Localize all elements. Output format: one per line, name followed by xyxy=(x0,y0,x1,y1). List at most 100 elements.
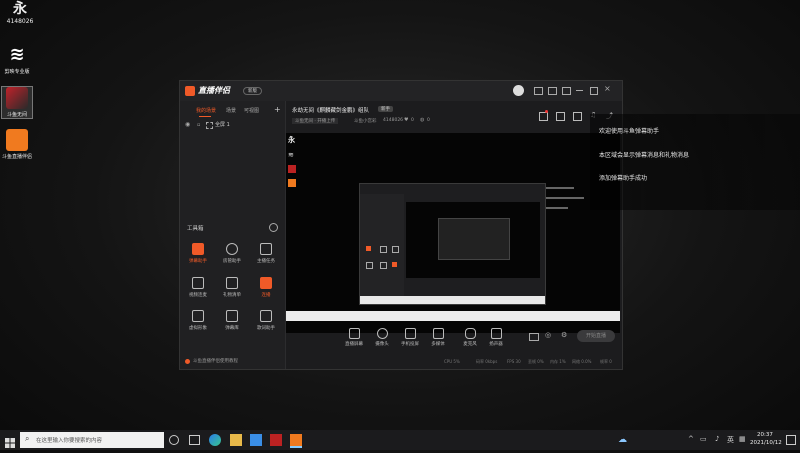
tool-anchor-task[interactable]: 主播任务 xyxy=(252,243,280,264)
weather-icon[interactable]: ☁ xyxy=(618,435,627,445)
tab-my-scenes[interactable]: 我的场景 xyxy=(196,107,216,114)
game-logo-icon: 永 xyxy=(13,1,27,17)
category-subtitle[interactable]: 斗鱼无间 · 开播上传 xyxy=(292,118,339,124)
tool-gift-list[interactable]: 礼物清单 xyxy=(218,277,246,298)
tool-label: 主播任务 xyxy=(257,259,275,264)
tool-relay[interactable]: 连播 xyxy=(252,277,280,298)
control-label: 多媒体 xyxy=(431,342,445,347)
preview-eye-icon[interactable]: ◎ xyxy=(545,331,551,339)
douyu-taskbar-icon[interactable] xyxy=(290,434,302,448)
user-icon xyxy=(226,243,238,255)
start-live-button[interactable]: 开始直播 xyxy=(577,330,615,342)
library-icon xyxy=(226,310,238,322)
tool-video-link[interactable]: 视频连麦 xyxy=(184,277,212,298)
notify-dot xyxy=(545,110,548,113)
tool-room-manager[interactable]: 房管助手 xyxy=(218,243,246,264)
nested-sidebar xyxy=(360,194,404,304)
close-icon[interactable]: × xyxy=(604,84,611,93)
control-label: 摄像头 xyxy=(375,342,389,347)
minimize-icon[interactable] xyxy=(576,90,583,91)
status-drop: 丢帧 0% xyxy=(528,359,544,364)
control-multimedia[interactable]: 多媒体 xyxy=(426,328,450,347)
taskbar-search-box[interactable]: ⌕ 在这里输入你要搜索的内容 xyxy=(20,432,164,448)
nested-tool-6 xyxy=(392,262,397,267)
tab-scenes[interactable]: 场景 xyxy=(226,107,236,114)
network-icon[interactable]: ▭ xyxy=(700,435,707,443)
record-icon[interactable] xyxy=(529,333,539,341)
store-icon[interactable] xyxy=(250,434,262,446)
desktop-icon-douyu-game[interactable]: 斗鱼无间 xyxy=(1,86,33,119)
nested-preview xyxy=(406,202,540,278)
tool-danmaku-assistant[interactable]: 弹幕助手 xyxy=(184,243,212,264)
tool-lyrics[interactable]: 歌词助手 xyxy=(252,310,280,331)
toolbox-title: 工具箱 xyxy=(187,226,204,232)
fullscreen-source-icon xyxy=(206,122,213,129)
gift-box-icon[interactable] xyxy=(539,112,548,121)
tray-extra-icon[interactable]: ▦ xyxy=(739,435,746,443)
maximize-icon[interactable] xyxy=(590,87,598,95)
nested-tool-2 xyxy=(380,246,387,253)
control-phone-cast[interactable]: 手机投屏 xyxy=(398,328,422,347)
control-speaker[interactable]: 扬声器 xyxy=(484,328,508,347)
settings-gear-icon[interactable]: ⚙ xyxy=(561,331,567,339)
danmaku-message-3: 添加弹幕助手成功 xyxy=(599,175,648,182)
nested-preview-inner xyxy=(438,218,510,260)
edge-icon[interactable] xyxy=(209,434,221,446)
title-tag: 新手 xyxy=(378,106,393,112)
speaker-icon xyxy=(490,328,502,339)
control-screen-capture[interactable]: 直播屏幕 xyxy=(342,328,366,347)
scene-item-label[interactable]: 全屏 1 xyxy=(215,121,230,128)
calendar-icon[interactable] xyxy=(573,112,582,121)
tab-active-underline xyxy=(199,116,211,117)
lock-icon[interactable]: ▫ xyxy=(197,122,200,128)
preview-game-icon: 永 xyxy=(288,135,295,144)
add-scene-icon[interactable]: + xyxy=(274,105,281,114)
desktop-icon-jianying[interactable]: ≋ 剪映专业版 xyxy=(2,44,32,75)
title-bar: 直播伴侣 新版 × xyxy=(180,81,622,101)
video-link-icon xyxy=(192,277,204,289)
version-badge[interactable]: 新版 xyxy=(243,87,262,95)
brand-logo-icon xyxy=(185,86,195,96)
windows-start-icon[interactable] xyxy=(4,434,16,448)
tool-label: 弹幕助手 xyxy=(189,259,207,264)
file-explorer-icon[interactable] xyxy=(230,434,242,446)
avatar[interactable] xyxy=(513,85,524,96)
task-view-icon[interactable] xyxy=(189,435,200,445)
preview-danmaku-line-3 xyxy=(546,207,568,209)
tool-virtual-avatar[interactable]: 虚拟形象 xyxy=(184,310,212,331)
cortana-icon[interactable] xyxy=(169,435,179,445)
search-icon: ⌕ xyxy=(25,434,30,443)
control-label: 麦克风 xyxy=(463,342,477,347)
clock-time[interactable]: 20:37 xyxy=(757,432,773,438)
viewers-count: 0 xyxy=(427,118,430,123)
desktop-icon-label: 剪映专业版 xyxy=(4,69,30,75)
tab-visual[interactable]: 可视图 xyxy=(244,107,259,114)
notes-icon[interactable] xyxy=(548,87,557,95)
room-id: 4148026 xyxy=(383,118,404,123)
control-label: 扬声器 xyxy=(489,342,503,347)
message-icon[interactable] xyxy=(534,87,543,95)
eye-icon[interactable]: ◉ xyxy=(185,121,190,128)
shop-icon[interactable] xyxy=(556,112,565,121)
toolbox-more-icon[interactable] xyxy=(269,223,278,232)
stream-preview[interactable]: 永 ≋ xyxy=(286,133,620,333)
volume-icon[interactable]: ♪ xyxy=(715,435,719,443)
game-taskbar-icon[interactable] xyxy=(270,434,282,446)
notification-icon[interactable] xyxy=(786,435,796,445)
nested-tool-1 xyxy=(366,246,371,251)
nested-tool-5 xyxy=(380,262,387,269)
preview-douyu-game-icon xyxy=(288,165,296,173)
desktop-topleft-icon[interactable]: 永 4148026 xyxy=(2,0,38,25)
clock-date[interactable]: 2021/10/12 xyxy=(750,440,782,446)
control-microphone[interactable]: 麦克风 xyxy=(458,328,482,347)
footer-help-link[interactable]: 斗鱼直播伴侣使用教程 xyxy=(193,358,238,364)
search-placeholder: 在这里输入你要搜索的内容 xyxy=(36,438,103,444)
control-camera[interactable]: 摄像头 xyxy=(370,328,394,347)
tray-arrow-icon[interactable]: ^ xyxy=(688,435,694,443)
ime-icon[interactable]: 英 xyxy=(727,435,734,445)
nested-taskbar xyxy=(360,296,545,304)
gift-icon[interactable] xyxy=(562,87,571,95)
desktop-icon-douyu-assistant[interactable]: 斗鱼直播伴侣 xyxy=(2,129,32,160)
stream-title[interactable]: 永劫无间《麒麟藏剑金鹏》组队 xyxy=(292,106,369,114)
tool-danmaku-library[interactable]: 弹幕库 xyxy=(218,310,246,331)
